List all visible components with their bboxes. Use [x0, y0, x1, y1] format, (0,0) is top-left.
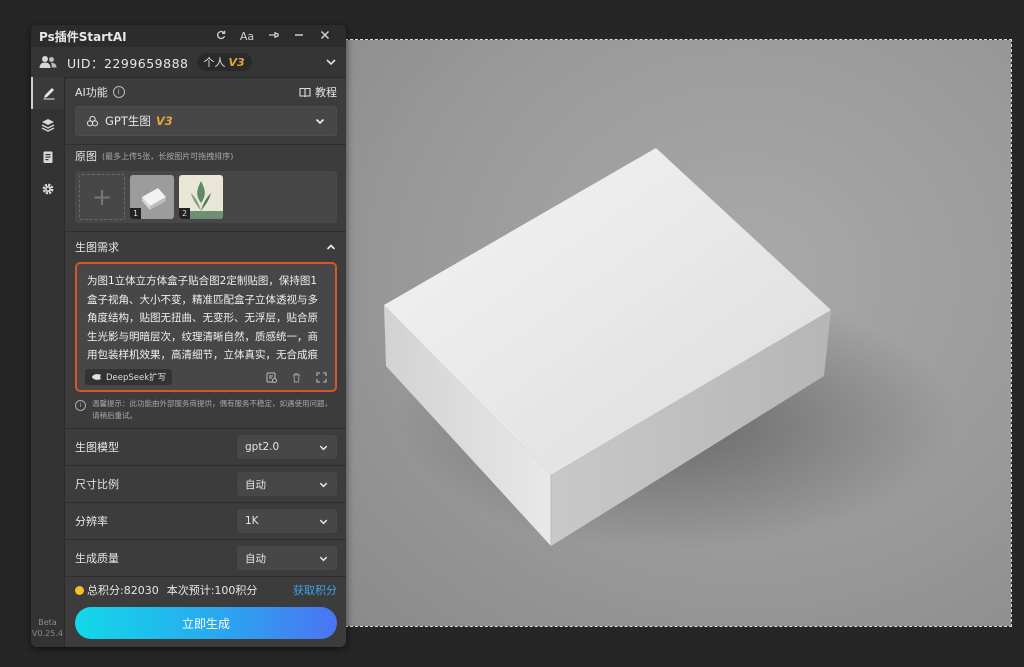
minimize-icon[interactable]: [286, 30, 312, 43]
chevron-up-icon[interactable]: [325, 241, 337, 253]
account-type: 个人: [203, 56, 226, 69]
expand-icon[interactable]: [316, 371, 327, 383]
sidebar-item-clipboard[interactable]: [31, 141, 64, 173]
sidebar-item-settings[interactable]: [31, 173, 64, 205]
prompt-section-header[interactable]: 生图需求: [75, 237, 337, 257]
tutorial-link[interactable]: 教程: [299, 84, 337, 100]
ai-function-level: V3: [155, 114, 173, 128]
points-bar: 总积分:82030 本次预计:100积分 获取积分: [64, 576, 346, 603]
option-quality: 生成质量 自动: [64, 539, 346, 576]
version-number: V0.25.4: [32, 629, 63, 638]
uid-label: UID：2299659888: [67, 55, 189, 71]
info-icon: i: [75, 400, 86, 411]
pen-icon: [43, 88, 54, 100]
generate-button[interactable]: 立即生成: [75, 607, 337, 639]
panel-titlebar: Ps插件StartAI Aa: [31, 25, 346, 47]
book-icon: [299, 87, 311, 97]
chevron-down-icon: [315, 118, 325, 125]
option-label: 尺寸比例: [75, 478, 119, 491]
option-model: 生图模型 gpt2.0: [64, 428, 346, 465]
sidebar: Beta V0.25.4: [31, 77, 65, 647]
layers-icon: [41, 119, 54, 132]
prompt-textarea[interactable]: 为图1立体立方体盒子贴合图2定制贴图，保持图1盒子视角、大小不变，精准匹配盒子立…: [75, 262, 337, 392]
tutorial-label: 教程: [315, 86, 337, 99]
divider: [64, 144, 346, 145]
ai-function-label: AI功能: [75, 86, 108, 99]
prompt-toolbar: DeepSeek扩写: [85, 369, 327, 385]
option-value: 自动: [245, 478, 266, 491]
estimated-cost: 本次预计:100积分: [166, 584, 258, 597]
font-size-icon[interactable]: Aa: [234, 30, 260, 43]
panel-title: Ps插件StartAI: [39, 29, 127, 44]
clipboard-icon: [43, 151, 52, 163]
get-points-link[interactable]: 获取积分: [293, 582, 337, 598]
deepseek-expand-button[interactable]: DeepSeek扩写: [85, 369, 173, 385]
service-notice: i 温馨提示：此功能由外部服务商提供，偶有服务不稳定，如遇使用问题，请稍后重试。: [75, 398, 337, 422]
divider: [64, 231, 346, 232]
account-level: V3: [228, 56, 245, 69]
prompt-section-label: 生图需求: [75, 241, 119, 254]
model-select[interactable]: gpt2.0: [237, 435, 337, 459]
trash-icon[interactable]: [291, 372, 302, 383]
chevron-down-icon: [319, 519, 328, 524]
pin-icon[interactable]: [260, 30, 286, 43]
ai-function-select[interactable]: GPT生图 V3: [75, 106, 337, 136]
openai-icon: [86, 115, 99, 126]
option-resolution: 分辨率 1K: [64, 502, 346, 539]
thumb-index: 1: [130, 208, 142, 219]
source-images-tray: + 1 2: [75, 171, 337, 223]
aspect-ratio-select[interactable]: 自动: [237, 472, 337, 496]
prompt-text[interactable]: 为图1立体立方体盒子贴合图2定制贴图，保持图1盒子视角、大小不变，精准匹配盒子立…: [87, 272, 325, 364]
prompt-tool-icons: [266, 371, 327, 383]
sidebar-item-layers[interactable]: [31, 109, 64, 141]
whale-icon: [92, 374, 101, 380]
chevron-down-icon: [319, 482, 328, 487]
add-image-button[interactable]: +: [79, 174, 125, 220]
account-bar[interactable]: UID：2299659888 个人 V3: [31, 47, 346, 78]
sidebar-item-pen[interactable]: [31, 77, 64, 109]
users-icon: [39, 56, 57, 68]
version-info: Beta V0.25.4: [31, 617, 64, 639]
document-canvas[interactable]: [345, 39, 1012, 627]
source-images-label: 原图: [75, 150, 97, 163]
white-box-image: [384, 148, 956, 550]
history-icon[interactable]: [266, 372, 277, 383]
option-aspect-ratio: 尺寸比例 自动: [64, 465, 346, 502]
total-points: 总积分:82030: [87, 584, 159, 597]
refresh-icon[interactable]: [208, 30, 234, 43]
source-images-hint: (最多上传5张，长按图片可拖拽排序): [102, 151, 234, 161]
chevron-down-icon: [319, 556, 328, 561]
source-thumb-1[interactable]: 1: [130, 175, 174, 219]
info-icon[interactable]: i: [112, 86, 125, 98]
deepseek-label: DeepSeek扩写: [106, 373, 167, 383]
startai-plugin-panel: Ps插件StartAI Aa UID：2299659888 个人 V3 Beta…: [31, 25, 346, 647]
resolution-select[interactable]: 1K: [237, 509, 337, 533]
chevron-down-icon: [319, 445, 328, 450]
option-value: gpt2.0: [245, 441, 280, 453]
quality-select[interactable]: 自动: [237, 546, 337, 570]
close-icon[interactable]: [312, 30, 338, 43]
gear-icon: [42, 183, 53, 195]
source-images-header: 原图 (最多上传5张，长按图片可拖拽排序): [75, 147, 337, 165]
option-value: 自动: [245, 552, 266, 565]
chevron-down-icon[interactable]: [324, 55, 338, 69]
version-channel: Beta: [38, 618, 57, 627]
option-label: 生图模型: [75, 441, 119, 454]
source-thumb-2[interactable]: 2: [179, 175, 223, 219]
option-label: 分辨率: [75, 515, 108, 528]
notice-text: 温馨提示：此功能由外部服务商提供，偶有服务不稳定，如遇使用问题，请稍后重试。: [92, 399, 332, 420]
coin-icon: [75, 585, 84, 595]
ai-function-header: AI功能 i 教程: [75, 81, 337, 103]
panel-content: AI功能 i 教程 GPT生图 V3 原图 (最多上传5张，长按图片可拖拽排序)…: [64, 77, 346, 647]
thumb-index: 2: [179, 208, 191, 219]
option-value: 1K: [245, 515, 259, 527]
ai-function-value: GPT生图: [105, 114, 151, 128]
option-label: 生成质量: [75, 552, 119, 565]
account-badge: 个人 V3: [196, 53, 252, 71]
